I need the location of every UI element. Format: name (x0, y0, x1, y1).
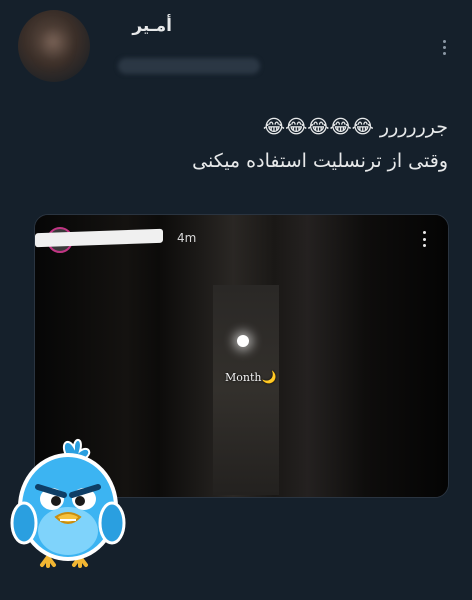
story-more-icon[interactable] (422, 231, 426, 247)
moon (237, 335, 249, 347)
crescent-moon-icon: 🌙 (261, 370, 277, 384)
display-name[interactable]: أمـير (132, 16, 172, 36)
story-time: 4m (177, 231, 197, 245)
tweet-text-line2: وقتی از ترنسلیت استفاده میکنی (192, 150, 448, 172)
caption-text: Month (225, 371, 262, 384)
tweet-text-line1: جرررررر😂😂😂😂😂 (28, 110, 448, 144)
more-options-icon[interactable] (432, 30, 456, 64)
avatar[interactable] (18, 10, 90, 82)
tweet-text-first: جرررررر (379, 116, 448, 138)
story-username-redacted (35, 228, 163, 248)
laughing-emojis: 😂😂😂😂😂 (262, 116, 374, 138)
tweet-text: جرررررر😂😂😂😂😂 وقتی از ترنسلیت استفاده میک… (28, 110, 448, 178)
user-handle-blurred (118, 58, 260, 74)
window-frame (213, 285, 279, 495)
angry-bird-sticker (10, 439, 126, 568)
story-header: 4m (35, 227, 448, 253)
story-caption: Month🌙 (225, 370, 276, 384)
